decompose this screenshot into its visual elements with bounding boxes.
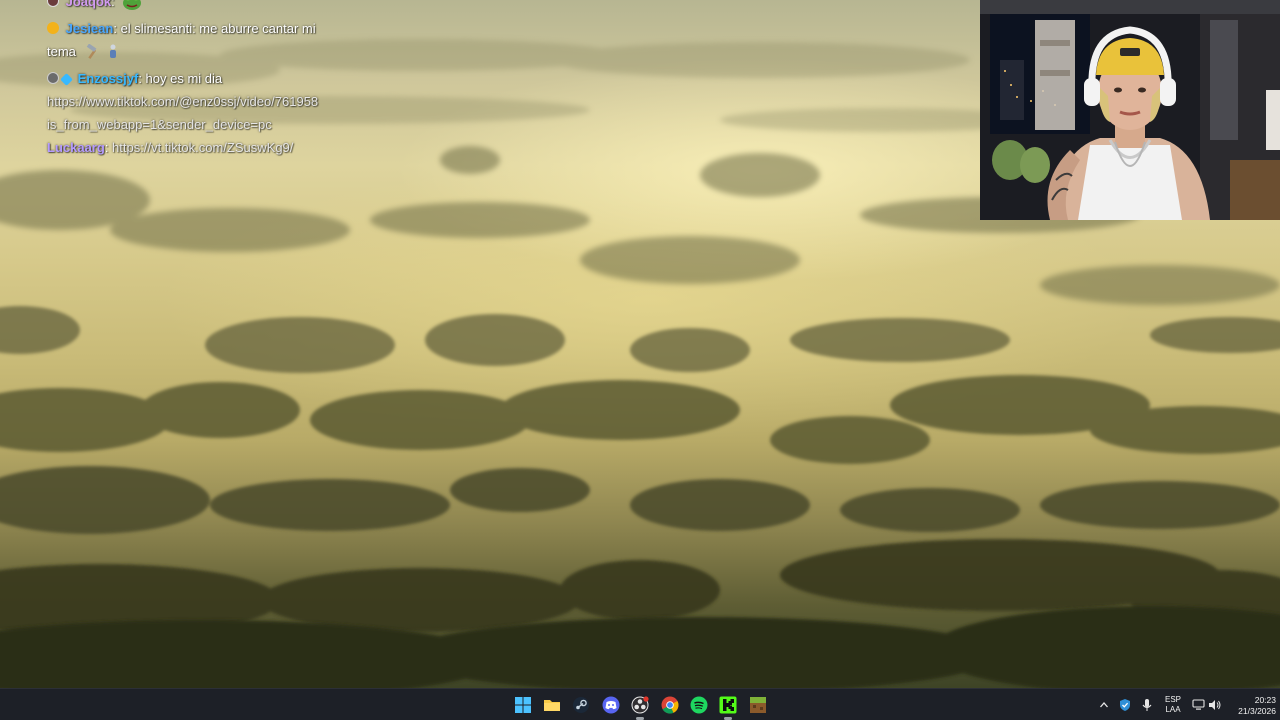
microphone-icon [1142,699,1152,711]
input-language-button[interactable]: ESP LAA [1160,692,1186,718]
keyboard-layout: LAA [1165,705,1181,714]
chat-link[interactable]: https://vt.tiktok.com/ZSuswKg9/ [112,140,293,155]
start-button[interactable] [511,693,535,717]
chat-message: Enzossjyf: hoy es mi dia [47,67,377,90]
network-tray-button[interactable] [1190,693,1206,717]
chat-username: Enzossjyf [77,71,139,86]
steam-button[interactable] [569,693,593,717]
chat-message-continuation: tema [47,40,377,67]
chrome-button[interactable] [658,693,682,717]
folder-icon [544,700,560,711]
obs-icon [631,696,649,714]
minecraft-button[interactable] [746,693,770,717]
speaker-icon [1209,700,1221,710]
language-code: ESP [1164,695,1181,704]
steam-icon [573,697,589,713]
spotify-icon [690,696,708,714]
chat-username: Joaqok [65,0,112,9]
monitor-network-icon [1191,699,1205,710]
chrome-icon [661,696,679,714]
frog-emote [122,0,142,17]
mod-badge [47,72,59,84]
chat-text: el slimesanti: me aburre cantar mi [120,21,316,36]
chat-message: Luckaarg: https://vt.tiktok.com/ZSuswKg9… [47,140,294,155]
coin-badge [47,22,59,34]
chat-link-continuation[interactable]: is_from_webapp=1&sender_device=pc [47,113,377,136]
chat-link[interactable]: https://www.tiktok.com/@enz0ssj/video/76… [47,90,377,113]
minecraft-icon [750,697,766,713]
hammer-emote [84,43,100,67]
security-tray-button[interactable] [1116,693,1134,717]
chat-username: Luckaarg [47,140,105,155]
chat-text: tema [47,44,76,59]
discord-icon [602,696,620,714]
discord-button[interactable] [599,693,623,717]
webcam-overlay [980,0,1280,220]
chat-text: hoy es mi dia [145,71,223,86]
streamer-camera-feed [980,0,1280,220]
chevron-up-icon [1100,702,1108,708]
figure-emote [107,44,119,67]
windows-taskbar: ESP LAA 20:23 21/3/2026 [0,688,1280,720]
mod-badge [47,0,59,7]
obs-button[interactable] [628,693,652,720]
chat-message: Joaqok: [47,0,377,17]
chat-message: Jesiean: el slimesanti: me aburre cantar… [47,17,377,40]
volume-tray-button[interactable] [1207,693,1223,717]
stream-chat-overlay: Joaqok: Jesiean: el slimesanti: me aburr… [47,0,377,159]
kick-icon [719,696,737,714]
windows-icon [515,697,531,713]
gem-badge [60,73,73,86]
chat-username: Jesiean [65,21,114,36]
show-hidden-icons-button[interactable] [1096,693,1112,717]
shield-icon [1120,699,1130,711]
clock-button[interactable]: 20:23 21/3/2026 [1228,692,1276,718]
clock-date: 21/3/2026 [1238,706,1276,716]
kick-button[interactable] [716,693,740,720]
microphone-tray-button[interactable] [1138,693,1156,717]
file-explorer-button[interactable] [540,693,564,717]
clock-time: 20:23 [1254,695,1276,705]
spotify-button[interactable] [687,693,711,717]
